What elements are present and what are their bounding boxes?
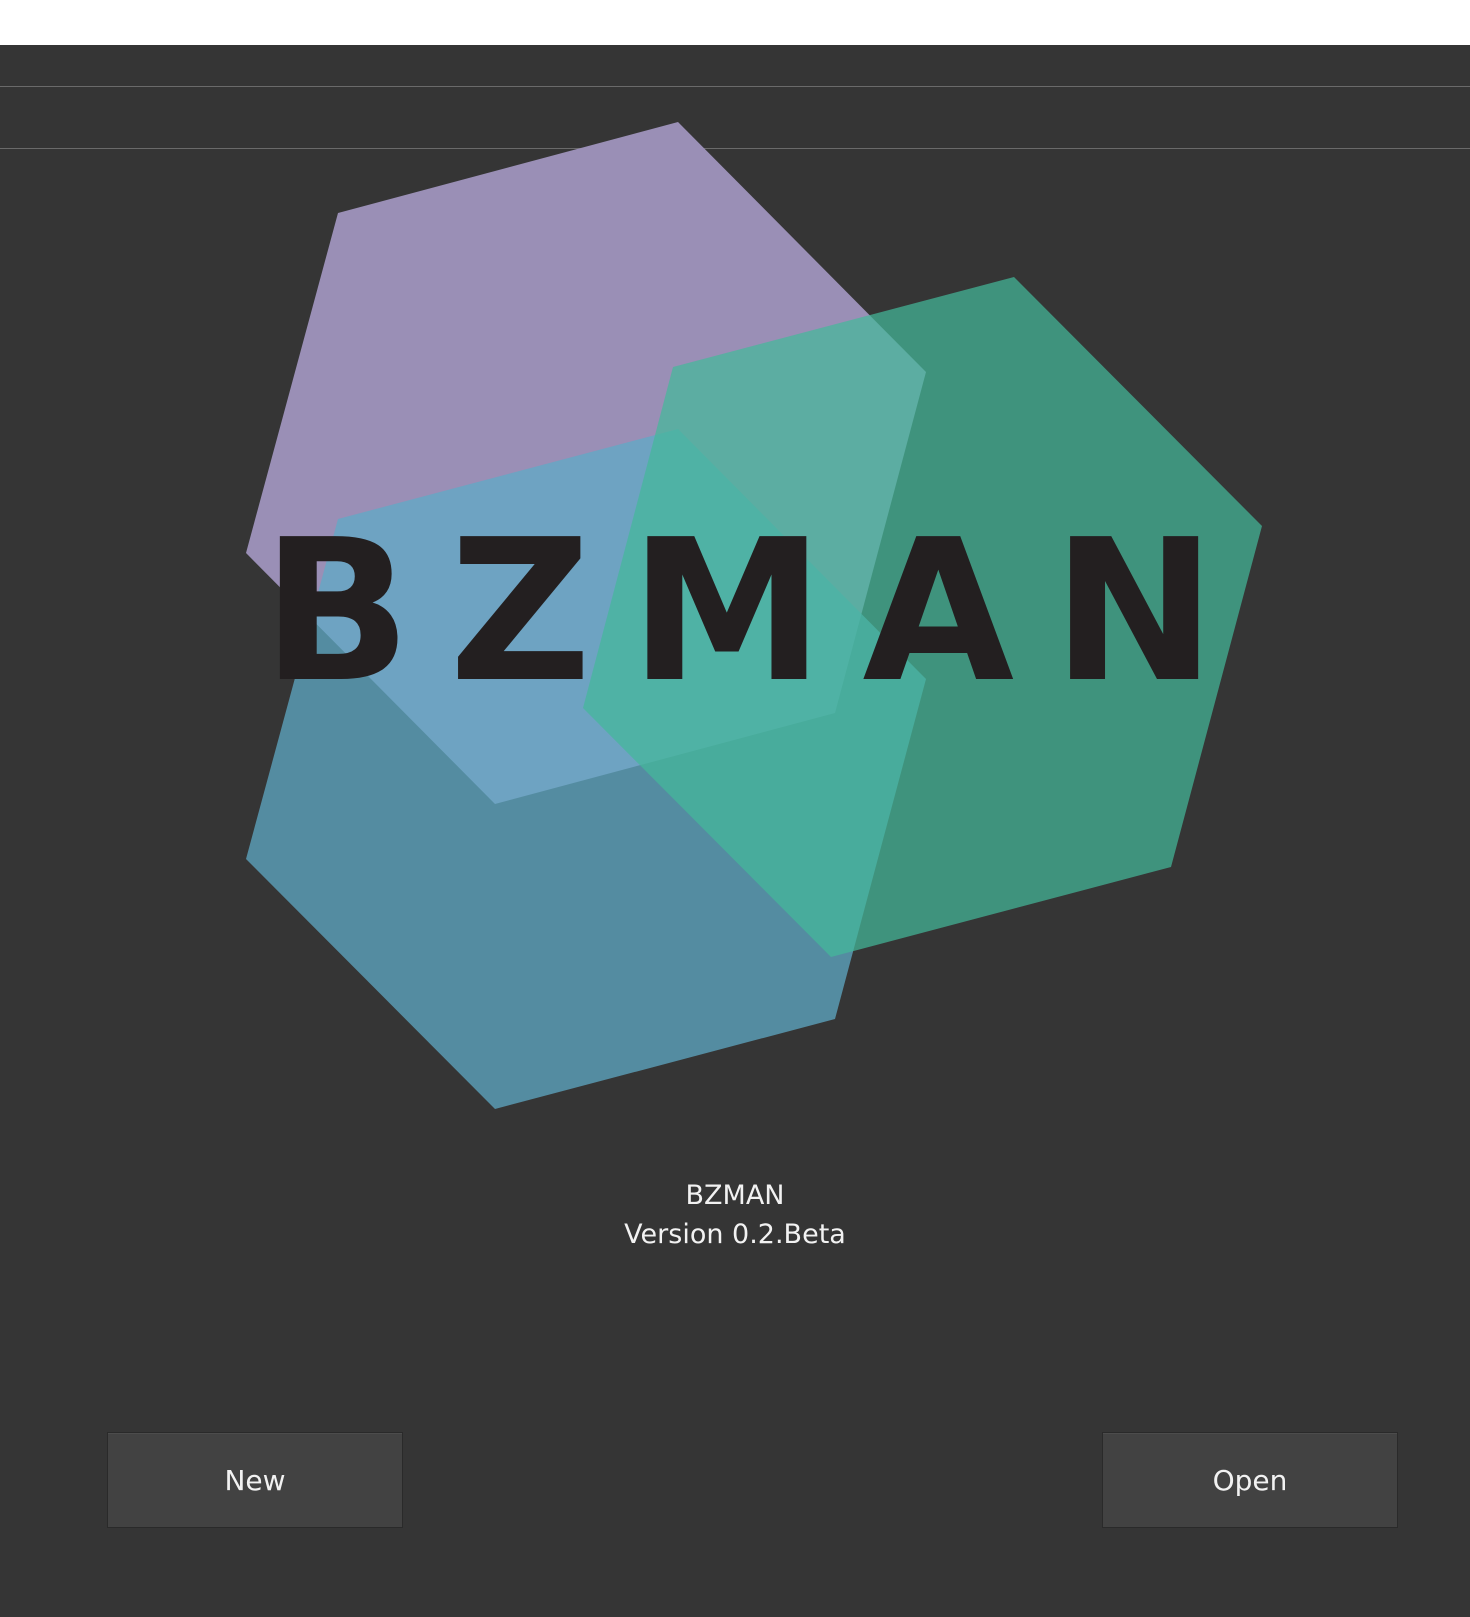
bzman-logo: BZMAN [246, 122, 1262, 1109]
logo-wordmark: BZMAN [262, 498, 1254, 726]
